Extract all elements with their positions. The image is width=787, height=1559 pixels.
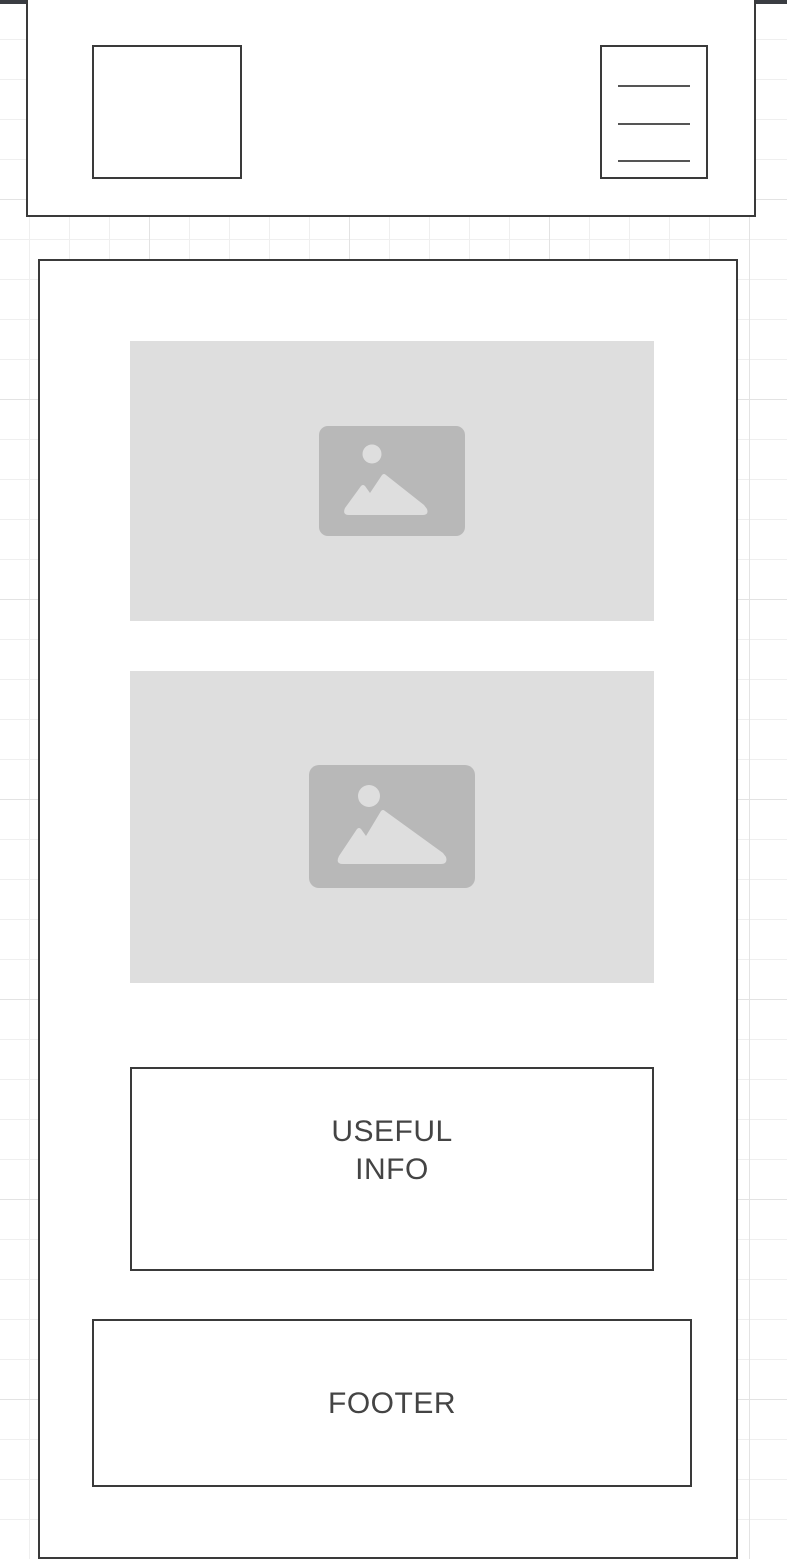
menu-line [618,85,690,87]
menu-line [618,123,690,125]
image-icon [309,765,475,888]
footer: FOOTER [92,1319,692,1487]
useful-info-label: USEFUL INFO [132,1113,652,1189]
image-placeholder [130,341,654,621]
info-line-1: USEFUL [331,1115,453,1148]
logo-placeholder[interactable] [92,45,242,179]
footer-label: FOOTER [328,1387,456,1420]
useful-info-box: USEFUL INFO [130,1067,654,1271]
info-line-2: INFO [355,1153,429,1186]
image-icon [319,426,465,536]
menu-line [618,160,690,162]
hamburger-menu-button[interactable] [600,45,708,179]
image-placeholder [130,671,654,983]
